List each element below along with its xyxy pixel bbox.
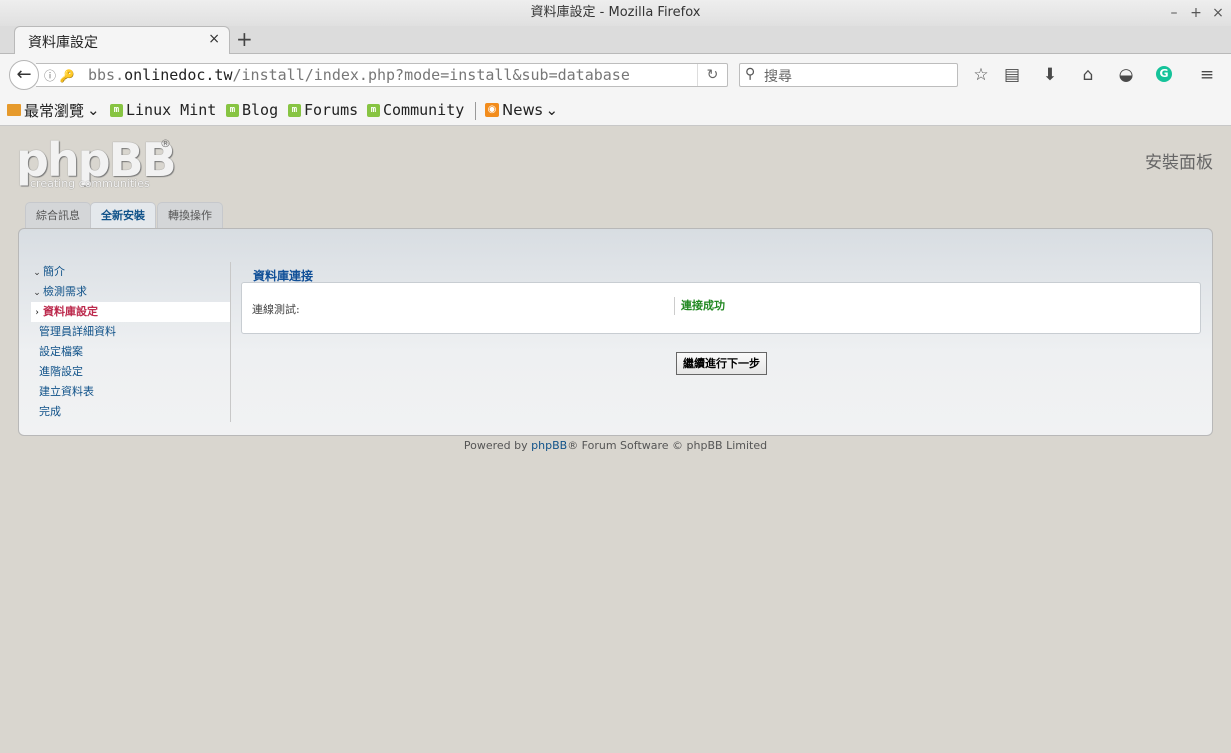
pocket-icon[interactable]: ◒ bbox=[1115, 64, 1137, 86]
install-steps-sidebar: ⌄ 簡介 ⌄ 檢測需求 › 資料庫設定 管理員詳細資料 設定檔案 進階設定 建立資料表… bbox=[31, 262, 231, 422]
minimize-icon[interactable]: – bbox=[1167, 0, 1181, 26]
site-info-icon[interactable]: ⓘ 🔑 bbox=[44, 67, 75, 84]
next-step-button[interactable]: 繼續進行下一步 bbox=[676, 352, 767, 375]
bookmark-label: Community bbox=[383, 101, 465, 119]
url-path: /install/index.php?mode=install&sub=data… bbox=[232, 66, 630, 84]
back-button[interactable]: ← bbox=[9, 60, 39, 90]
chevron-down-icon: ⌄ bbox=[33, 288, 41, 298]
bookmark-label: 最常瀏覽 bbox=[24, 101, 85, 120]
install-panel: ⌄ 簡介 ⌄ 檢測需求 › 資料庫設定 管理員詳細資料 設定檔案 進階設定 建立資料表… bbox=[18, 228, 1213, 436]
reader-icon[interactable]: ▤ bbox=[1001, 64, 1023, 86]
logo-registered-mark: ® bbox=[160, 137, 171, 150]
home-icon[interactable]: ⌂ bbox=[1077, 64, 1099, 86]
mint-icon: m bbox=[226, 103, 239, 117]
window-controls: – + × bbox=[1167, 0, 1225, 26]
bookmark-separator bbox=[475, 102, 476, 120]
rss-icon: ◉ bbox=[485, 103, 499, 117]
step-requirements[interactable]: ⌄ 檢測需求 bbox=[31, 282, 230, 302]
navigation-toolbar: ⓘ 🔑 bbs.onlinedoc.tw/install/index.php?m… bbox=[0, 54, 1231, 94]
close-window-icon[interactable]: × bbox=[1211, 0, 1225, 26]
grammarly-icon[interactable]: G bbox=[1156, 66, 1172, 82]
footer-suffix: ® Forum Software © phpBB Limited bbox=[567, 439, 768, 452]
connection-test-fieldset: 連線測試: 連接成功 bbox=[241, 282, 1201, 334]
window-title: 資料庫設定 - Mozilla Firefox bbox=[530, 5, 701, 20]
reload-icon[interactable]: ↻ bbox=[697, 64, 727, 86]
browser-tab[interactable]: 資料庫設定 × bbox=[14, 26, 230, 55]
window-titlebar: 資料庫設定 - Mozilla Firefox – + × bbox=[0, 0, 1231, 26]
step-label: 檢測需求 bbox=[43, 285, 87, 298]
step-label: 資料庫設定 bbox=[43, 305, 98, 318]
new-tab-icon[interactable]: + bbox=[236, 27, 253, 51]
step-config-file[interactable]: 設定檔案 bbox=[31, 342, 230, 362]
step-database[interactable]: › 資料庫設定 bbox=[31, 302, 230, 322]
url-host: onlinedoc.tw bbox=[124, 66, 233, 84]
chevron-right-icon: › bbox=[35, 308, 39, 318]
step-final[interactable]: 完成 bbox=[31, 402, 230, 422]
chevron-down-icon: ⌄ bbox=[33, 268, 41, 278]
step-label: 簡介 bbox=[43, 265, 65, 278]
url-prefix: bbs. bbox=[88, 66, 125, 84]
search-input[interactable]: ⚲ 搜尋 bbox=[739, 63, 958, 87]
star-icon[interactable]: ☆ bbox=[970, 64, 992, 86]
bookmark-forums[interactable]: m Forums bbox=[288, 101, 358, 119]
tab-strip: 資料庫設定 × + bbox=[0, 26, 1231, 55]
mint-icon: m bbox=[110, 103, 123, 117]
step-create-table[interactable]: 建立資料表 bbox=[31, 382, 230, 402]
bookmark-linux-mint[interactable]: m Linux Mint bbox=[110, 101, 216, 119]
step-advanced[interactable]: 進階設定 bbox=[31, 362, 230, 382]
bookmark-blog[interactable]: m Blog bbox=[226, 101, 278, 119]
search-placeholder: 搜尋 bbox=[764, 69, 792, 85]
mint-icon: m bbox=[288, 103, 301, 117]
step-admin[interactable]: 管理員詳細資料 bbox=[31, 322, 230, 342]
bookmark-label: News bbox=[502, 101, 543, 119]
mint-icon: m bbox=[367, 103, 380, 117]
maximize-icon[interactable]: + bbox=[1189, 0, 1203, 26]
url-text[interactable]: bbs.onlinedoc.tw/install/index.php?mode=… bbox=[88, 66, 630, 84]
download-icon[interactable]: ⬇ bbox=[1039, 64, 1061, 86]
url-bar[interactable]: ⓘ 🔑 bbs.onlinedoc.tw/install/index.php?m… bbox=[36, 63, 728, 87]
page-title: 安裝面板 bbox=[1145, 153, 1213, 173]
menu-icon[interactable]: ≡ bbox=[1196, 64, 1218, 86]
folder-icon bbox=[7, 104, 21, 116]
footer-prefix: Powered by bbox=[463, 439, 532, 452]
tab-overview[interactable]: 綜合訊息 bbox=[25, 202, 91, 229]
connection-test-label: 連線測試: bbox=[252, 303, 300, 316]
chevron-down-icon: ⌄ bbox=[87, 101, 100, 119]
bookmark-most-visited[interactable]: 最常瀏覽 ⌄ bbox=[7, 101, 100, 120]
bookmark-label: Blog bbox=[242, 101, 279, 119]
step-intro[interactable]: ⌄ 簡介 bbox=[31, 262, 230, 282]
tab-convert[interactable]: 轉換操作 bbox=[157, 202, 223, 229]
phpbb-link[interactable]: phpBB bbox=[531, 439, 567, 452]
bookmark-label: Forums bbox=[304, 101, 359, 119]
chevron-down-icon: ⌄ bbox=[545, 101, 559, 119]
bookmark-news[interactable]: ◉ News ⌄ bbox=[485, 101, 558, 119]
page-footer: Powered by phpBB® Forum Software © phpBB… bbox=[0, 439, 1231, 452]
bookmark-community[interactable]: m Community bbox=[367, 101, 464, 119]
search-icon: ⚲ bbox=[745, 66, 756, 82]
phpbb-logo[interactable]: phpBB ® creating communities bbox=[16, 135, 177, 193]
bookmarks-toolbar: 最常瀏覽 ⌄ m Linux Mint m Blog m Forums m Co… bbox=[0, 94, 1231, 126]
field-divider bbox=[674, 297, 675, 315]
tab-title: 資料庫設定 bbox=[28, 35, 98, 51]
bookmark-label: Linux Mint bbox=[126, 101, 217, 119]
connection-status: 連接成功 bbox=[681, 299, 725, 312]
tab-install[interactable]: 全新安裝 bbox=[90, 202, 156, 230]
tab-close-icon[interactable]: × bbox=[208, 31, 220, 47]
logo-tagline: creating communities bbox=[30, 177, 150, 190]
